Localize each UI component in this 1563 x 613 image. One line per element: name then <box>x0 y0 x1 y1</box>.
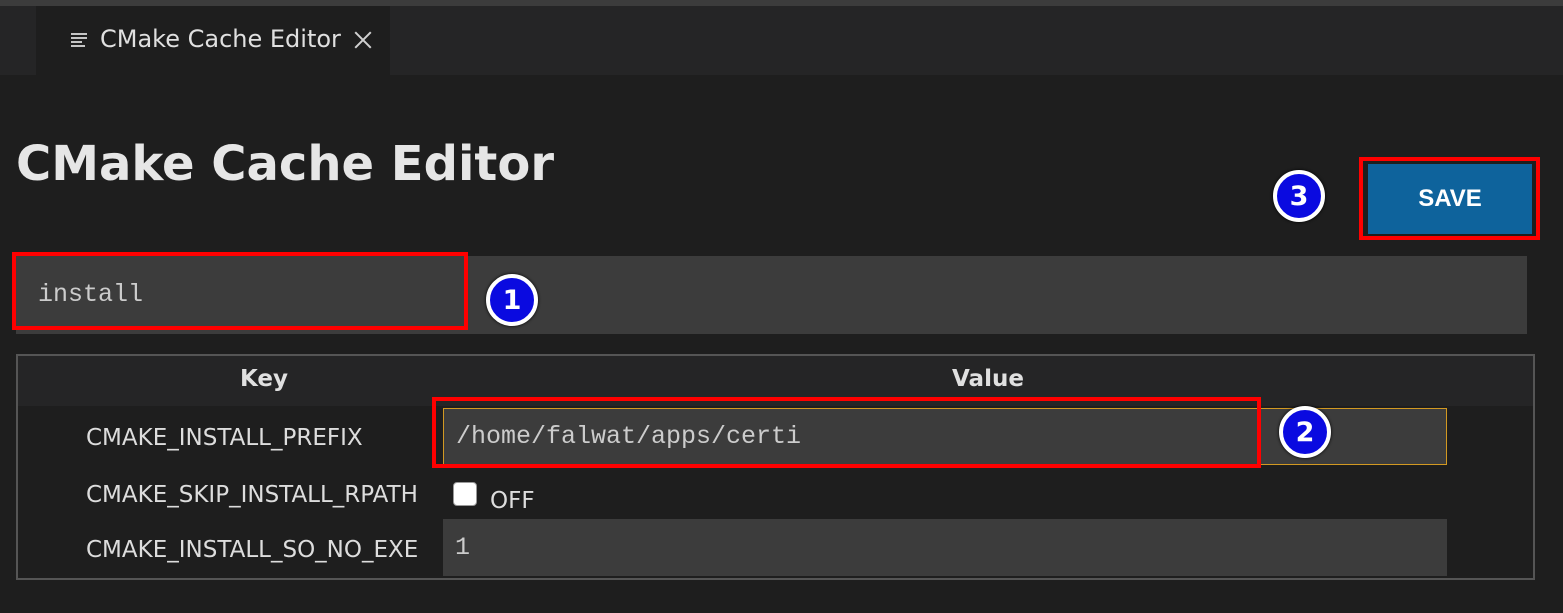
annotation-marker-1: 1 <box>486 274 538 326</box>
annotation-marker-2: 2 <box>1279 406 1331 458</box>
row-key: CMAKE_INSTALL_SO_NO_EXE <box>86 537 419 563</box>
save-button[interactable]: SAVE <box>1368 164 1532 234</box>
tab-label: CMake Cache Editor <box>100 25 341 53</box>
cache-table: Key Value CMAKE_INSTALL_PREFIX CMAKE_SKI… <box>16 354 1535 580</box>
bool-label: OFF <box>490 488 535 514</box>
search-input[interactable] <box>16 256 466 334</box>
column-header-key: Key <box>240 366 289 392</box>
annotation-marker-3: 3 <box>1273 170 1325 222</box>
row-key: CMAKE_INSTALL_PREFIX <box>86 425 363 451</box>
row-key: CMAKE_SKIP_INSTALL_RPATH <box>86 482 418 508</box>
list-icon <box>71 33 87 47</box>
column-header-value: Value <box>952 366 1024 392</box>
page-title: CMake Cache Editor <box>16 136 554 192</box>
editor-tab-bar: CMake Cache Editor <box>0 6 1563 75</box>
table-header: Key Value <box>18 356 1533 406</box>
close-icon[interactable] <box>352 29 374 51</box>
tab-cmake-cache-editor[interactable]: CMake Cache Editor <box>36 6 390 75</box>
bool-checkbox[interactable] <box>453 482 477 506</box>
value-input[interactable] <box>443 519 1447 576</box>
